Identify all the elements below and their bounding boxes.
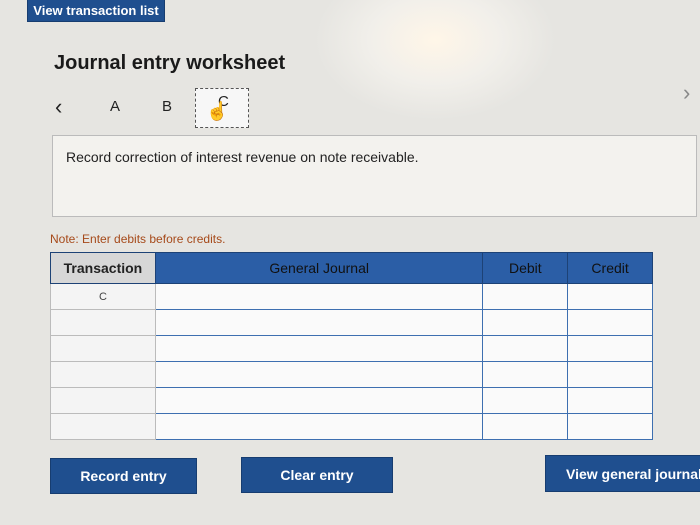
transaction-cell [50,361,156,388]
debit-cell[interactable] [482,283,569,310]
debit-cell[interactable] [482,335,569,362]
credit-cell[interactable] [567,283,653,310]
transaction-cell [50,335,156,362]
tab-bar: ‹ A B C ☝ [55,88,695,130]
credit-cell[interactable] [567,335,653,362]
instruction-box: Record correction of interest revenue on… [52,135,697,217]
worksheet-screen: View transaction list Journal entry work… [0,0,700,525]
account-cell[interactable] [154,413,484,440]
account-cell[interactable] [154,335,484,362]
account-cell[interactable] [154,309,484,336]
view-general-journal-button[interactable]: View general journal [545,455,700,492]
debit-cell[interactable] [482,387,569,414]
transaction-cell [50,387,156,414]
col-header-transaction: Transaction [50,252,156,284]
table-row [50,335,653,362]
account-cell[interactable] [154,387,484,414]
instruction-text: Record correction of interest revenue on… [66,149,419,165]
table-row [50,361,653,388]
table-row [50,413,653,440]
clear-entry-button[interactable]: Clear entry [241,457,393,493]
transaction-cell [50,413,156,440]
transaction-cell: C [50,283,156,310]
table-row: C [50,283,653,310]
col-header-credit: Credit [567,252,653,284]
table-row [50,309,653,336]
tab-a[interactable]: A [110,98,120,115]
credit-cell[interactable] [567,361,653,388]
debit-cell[interactable] [482,309,569,336]
chevron-right-icon[interactable]: › [683,80,690,106]
col-header-general-journal: General Journal [154,252,484,284]
credit-cell[interactable] [567,413,653,440]
chevron-left-icon[interactable]: ‹ [55,94,62,120]
table-row [50,387,653,414]
transaction-cell [50,309,156,336]
hand-pointer-icon: ☝ [206,101,229,121]
credit-cell[interactable] [567,387,653,414]
journal-table: Transaction General Journal Debit Credit… [50,252,653,440]
credit-cell[interactable] [567,309,653,336]
tab-c[interactable]: C ☝ [195,88,249,128]
col-header-debit: Debit [482,252,569,284]
debit-cell[interactable] [482,413,569,440]
account-cell[interactable] [154,283,484,310]
account-cell[interactable] [154,361,484,388]
page-title: Journal entry worksheet [54,52,286,74]
view-transaction-list-button[interactable]: View transaction list [27,0,165,22]
record-entry-button[interactable]: Record entry [50,458,197,494]
tab-b[interactable]: B [162,98,172,115]
note-text: Note: Enter debits before credits. [50,232,226,246]
debit-cell[interactable] [482,361,569,388]
table-header-row: Transaction General Journal Debit Credit [50,252,653,284]
